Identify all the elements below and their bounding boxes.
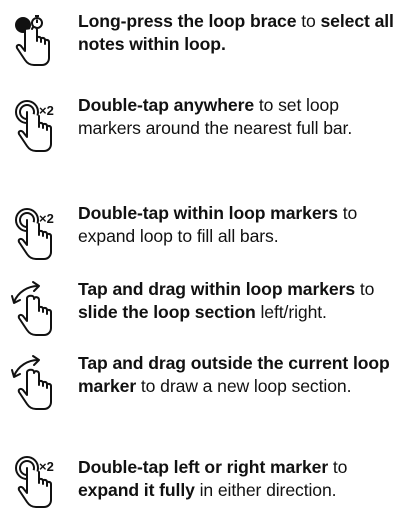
instruction-item-double-tap-within: ×2 Double-tap within loop markers to exp…	[0, 196, 400, 272]
long-press-timer-icon	[8, 8, 68, 68]
instruction-text: Tap and drag within loop markers to slid…	[78, 278, 396, 324]
instruction-item-double-tap-anywhere: ×2 Double-tap anywhere to set loop marke…	[0, 88, 400, 180]
instruction-text: Double-tap anywhere to set loop markers …	[78, 94, 396, 140]
instruction-text: Double-tap within loop markers to expand…	[78, 202, 396, 248]
instruction-plain-text: in either direction.	[194, 480, 337, 500]
double-tap-badge: ×2	[39, 211, 54, 226]
instruction-item-double-tap-marker: ×2 Double-tap left or right marker to ex…	[0, 450, 400, 512]
instruction-text: Long-press the loop brace to select all …	[78, 10, 396, 56]
instruction-bold-text: Double-tap left or right marker	[78, 457, 329, 477]
double-tap-badge: ×2	[39, 459, 54, 474]
double-tap-icon: ×2	[8, 450, 68, 510]
instruction-plain-text: to	[328, 457, 348, 477]
instruction-bold-text: expand it fully	[78, 480, 195, 500]
instruction-bold-text: Long-press the loop brace	[78, 11, 297, 31]
instruction-item-drag-within: Tap and drag within loop markers to slid…	[0, 272, 400, 344]
double-tap-icon: ×2	[8, 202, 68, 262]
gesture-instruction-list: Long-press the loop brace to select all …	[0, 0, 400, 512]
tap-drag-icon	[8, 352, 68, 412]
instruction-bold-text: slide the loop section	[78, 302, 256, 322]
instruction-bold-text: Tap and drag within loop markers	[78, 279, 356, 299]
tap-drag-icon	[8, 278, 68, 338]
instruction-plain-text: left/right.	[255, 302, 327, 322]
instruction-plain-text: to draw a new loop section.	[136, 376, 352, 396]
instruction-plain-text: to	[296, 11, 321, 31]
instruction-bold-text: Double-tap anywhere	[78, 95, 255, 115]
instruction-plain-text: to	[355, 279, 375, 299]
double-tap-badge: ×2	[39, 103, 54, 118]
instruction-text: Double-tap left or right marker to expan…	[78, 456, 396, 502]
instruction-text: Tap and drag outside the current loop ma…	[78, 352, 396, 398]
instruction-bold-text: Double-tap within loop markers	[78, 203, 338, 223]
instruction-item-drag-outside: Tap and drag outside the current loop ma…	[0, 346, 400, 438]
instruction-item-long-press: Long-press the loop brace to select all …	[0, 0, 400, 76]
double-tap-icon: ×2	[8, 94, 68, 154]
